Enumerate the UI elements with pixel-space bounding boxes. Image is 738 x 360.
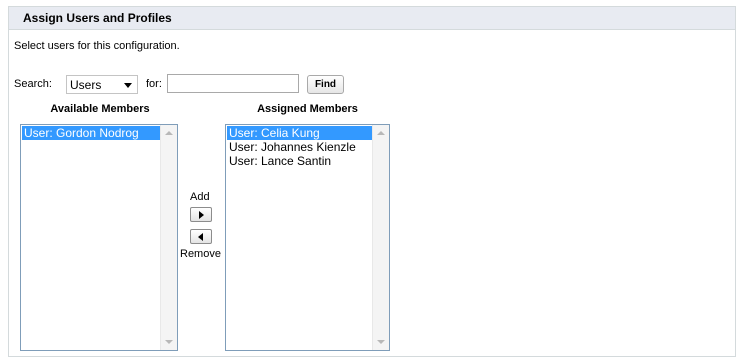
instructions-text: Select users for this configuration. [14, 40, 180, 52]
search-input[interactable] [167, 74, 299, 93]
search-label: Search: [14, 78, 52, 90]
arrow-left-icon [198, 233, 203, 241]
for-label: for: [146, 78, 162, 90]
panel-header: Assign Users and Profiles [9, 7, 735, 30]
scroll-down-icon[interactable] [165, 340, 173, 344]
panel-title: Assign Users and Profiles [23, 11, 172, 25]
available-scrollbar[interactable] [160, 125, 177, 350]
add-button[interactable] [190, 207, 212, 222]
arrow-right-icon [199, 211, 204, 219]
chevron-down-icon [124, 83, 132, 88]
available-members-list[interactable]: User: Gordon Nodrog [20, 124, 178, 351]
find-button[interactable]: Find [307, 75, 344, 94]
list-item[interactable]: User: Celia Kung [227, 126, 372, 140]
scroll-up-icon[interactable] [165, 131, 173, 135]
scroll-down-icon[interactable] [377, 340, 385, 344]
assigned-members-header: Assigned Members [257, 103, 358, 115]
assigned-members-list[interactable]: User: Celia Kung User: Johannes Kienzle Us… [225, 124, 390, 351]
scroll-up-icon[interactable] [377, 131, 385, 135]
add-label: Add [190, 191, 210, 203]
remove-label: Remove [180, 248, 221, 260]
list-item[interactable]: User: Johannes Kienzle [227, 140, 372, 154]
remove-button[interactable] [190, 229, 212, 244]
list-item[interactable]: User: Gordon Nodrog [22, 126, 160, 140]
list-item[interactable]: User: Lance Santin [227, 154, 372, 168]
assigned-items: User: Celia Kung User: Johannes Kienzle Us… [227, 126, 372, 168]
available-items: User: Gordon Nodrog [22, 126, 160, 140]
assigned-scrollbar[interactable] [372, 125, 389, 350]
search-type-select[interactable]: Users [66, 75, 138, 94]
available-members-header: Available Members [50, 103, 150, 115]
search-type-value: Users [70, 78, 102, 92]
